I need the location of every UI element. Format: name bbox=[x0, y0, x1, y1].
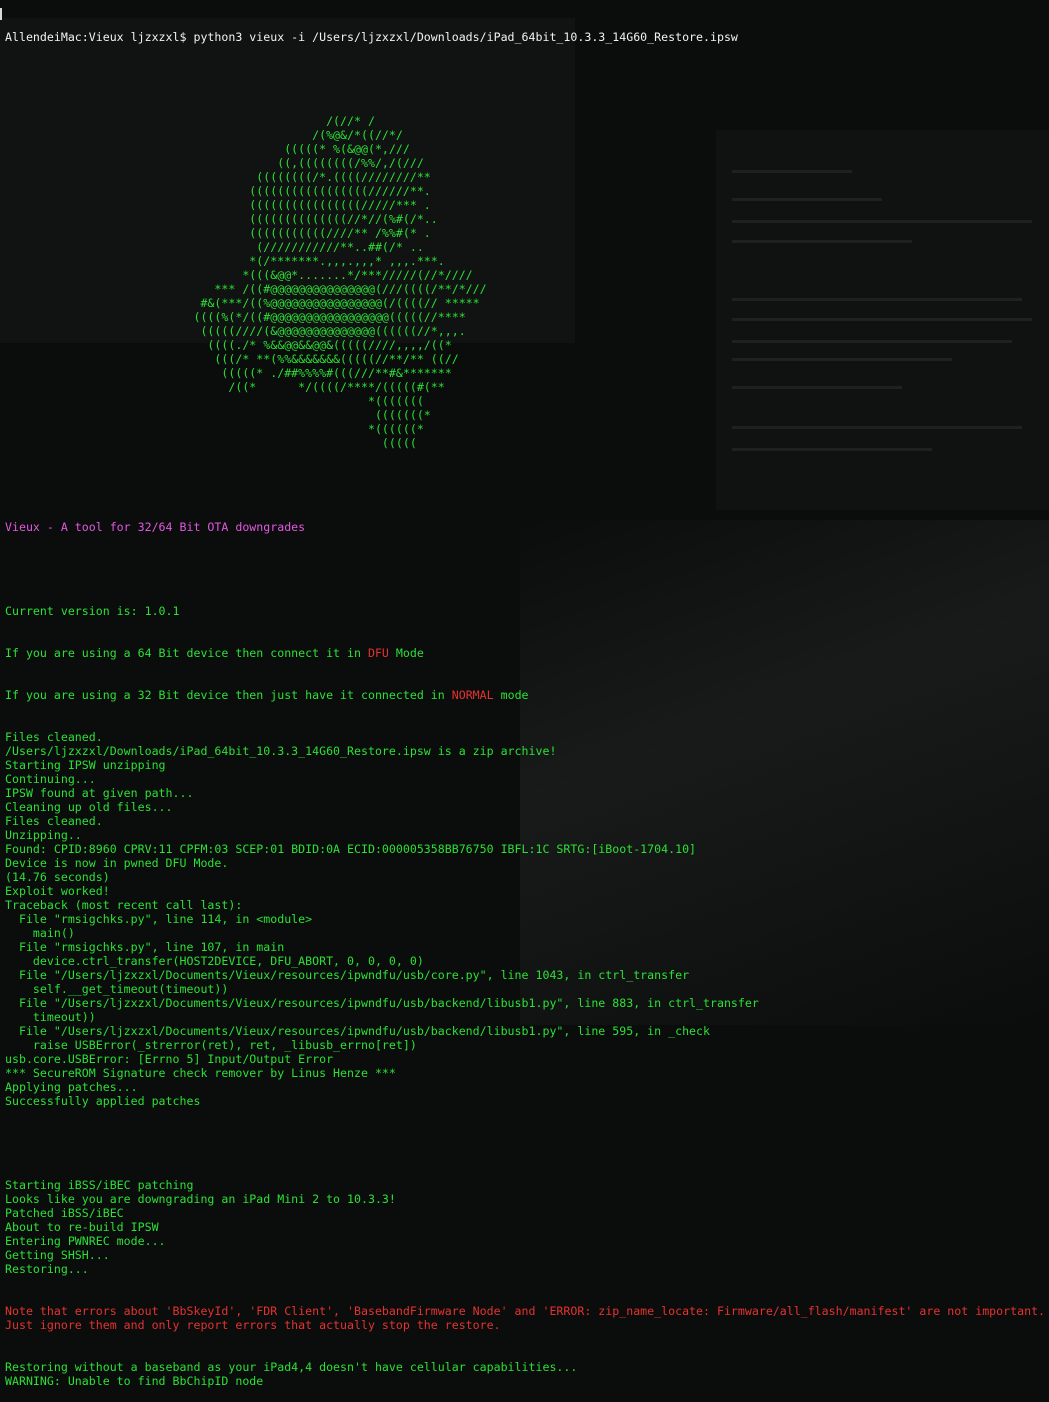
ascii-art-line: ((((( bbox=[5, 436, 417, 450]
ascii-art-line: (((((((((((////** /%%#(* . bbox=[5, 226, 431, 240]
ascii-art-line: *** /((#@@@@@@@@@@@@@@@(///((((/**/*/// bbox=[5, 282, 487, 296]
output-line: Getting SHSH... bbox=[5, 1248, 110, 1262]
output-line: Cleaning up old files... bbox=[5, 800, 173, 814]
output-line: self.__get_timeout(timeout)) bbox=[5, 982, 229, 996]
ascii-art-line: (((((* %(&@@(*,/// bbox=[5, 142, 410, 156]
error-line: Just ignore them and only report errors … bbox=[5, 1318, 501, 1332]
ascii-art-line: (((((((* bbox=[5, 408, 431, 422]
ascii-art-line: (((/* **(%%&&&&&&&(((((//**/** ((// bbox=[5, 352, 459, 366]
ascii-art-line: /(//* / bbox=[5, 114, 375, 128]
output-block-restore: Restoring without a baseband as your iPa… bbox=[5, 1360, 1049, 1388]
output-line: timeout)) bbox=[5, 1010, 96, 1024]
ascii-art-line: ((((((((((((((((/////*** . bbox=[5, 198, 431, 212]
ascii-art-line: *(((&@@*.......*/***/////(//*//// bbox=[5, 268, 473, 282]
error-line: Note that errors about 'BbSkeyId', 'FDR … bbox=[5, 1304, 1046, 1318]
terminal-output[interactable]: AllendeiMac:Vieux ljzxzxl$ python3 vieux… bbox=[5, 2, 1049, 1402]
output-line: File "/Users/ljzxzxl/Documents/Vieux/res… bbox=[5, 968, 690, 982]
ascii-art-logo: /(//* / /(%@&/*((//*/ (((((* %(&@@(*,///… bbox=[5, 114, 1049, 450]
output-line: main() bbox=[5, 926, 75, 940]
output-line: /Users/ljzxzxl/Downloads/iPad_64bit_10.3… bbox=[5, 744, 557, 758]
ascii-art-line: (///////////**..##(/* .. bbox=[5, 240, 424, 254]
output-line: Files cleaned. bbox=[5, 814, 103, 828]
output-line: Entering PWNREC mode... bbox=[5, 1234, 166, 1248]
ascii-art-line: *((((((( bbox=[5, 394, 424, 408]
output-line: Found: CPID:8960 CPRV:11 CPFM:03 SCEP:01… bbox=[5, 842, 697, 856]
output-block-patching: Starting iBSS/iBEC patching Looks like yo… bbox=[5, 1178, 1049, 1276]
output-line: Traceback (most recent call last): bbox=[5, 898, 243, 912]
command-prompt-line: AllendeiMac:Vieux ljzxzxl$ python3 vieux… bbox=[5, 30, 738, 44]
dfu-line-suffix: Mode bbox=[388, 646, 424, 660]
output-line: Device is now in pwned DFU Mode. bbox=[5, 856, 229, 870]
tool-banner: Vieux - A tool for 32/64 Bit OTA downgra… bbox=[5, 520, 306, 534]
output-line: File "/Users/ljzxzxl/Documents/Vieux/res… bbox=[5, 996, 759, 1010]
normal-line-text: If you are using a 32 Bit device then ju… bbox=[5, 688, 452, 702]
error-notice-block: Note that errors about 'BbSkeyId', 'FDR … bbox=[5, 1304, 1049, 1332]
ascii-art-line: (((((////(&@@@@@@@@@@@@@@((((((//*,,,. bbox=[5, 324, 466, 338]
output-line: IPSW found at given path... bbox=[5, 786, 194, 800]
output-line: (14.76 seconds) bbox=[5, 870, 110, 884]
output-line: Unzipping.. bbox=[5, 828, 82, 842]
ascii-art-line: (((((* ./##%%%%#(((///**#&******* bbox=[5, 366, 452, 380]
ascii-art-line: *(/*******.,,,.,,,* ,,,.***. bbox=[5, 254, 445, 268]
output-line: About to re-build IPSW bbox=[5, 1220, 159, 1234]
ascii-art-line: /((* */((((/****/(((((#(** bbox=[5, 380, 445, 394]
ascii-art-line: ((((./* %&&@@&&@@&(((((////,,,,/((* bbox=[5, 338, 452, 352]
output-line: Looks like you are downgrading an iPad M… bbox=[5, 1192, 396, 1206]
output-line: Patched iBSS/iBEC bbox=[5, 1206, 124, 1220]
output-line: usb.core.USBError: [Errno 5] Input/Outpu… bbox=[5, 1052, 334, 1066]
output-line: Applying patches... bbox=[5, 1080, 138, 1094]
normal-mode-highlight: NORMAL bbox=[451, 688, 494, 702]
output-line: File "/Users/ljzxzxl/Documents/Vieux/res… bbox=[5, 1024, 710, 1038]
output-line: device.ctrl_transfer(HOST2DEVICE, DFU_AB… bbox=[5, 954, 424, 968]
output-line: Files cleaned. bbox=[5, 730, 103, 744]
output-line: File "rmsigchks.py", line 107, in main bbox=[5, 940, 285, 954]
ascii-art-line: #&(***/((%@@@@@@@@@@@@@@@@(/((((// ***** bbox=[5, 296, 480, 310]
output-line: File "rmsigchks.py", line 114, in <modul… bbox=[5, 912, 313, 926]
output-line: *** SecureROM Signature check remover by… bbox=[5, 1066, 396, 1080]
dfu-line-text: If you are using a 64 Bit device then co… bbox=[5, 646, 368, 660]
ascii-art-line: /(%@&/*((//*/ bbox=[5, 128, 403, 142]
version-line: Current version is: 1.0.1 bbox=[5, 604, 180, 618]
output-line: Restoring... bbox=[5, 1262, 89, 1276]
output-line: Continuing... bbox=[5, 772, 96, 786]
normal-instruction-line: If you are using a 32 Bit device then ju… bbox=[5, 688, 1049, 702]
normal-line-suffix: mode bbox=[493, 688, 529, 702]
dfu-instruction-line: If you are using a 64 Bit device then co… bbox=[5, 646, 1049, 660]
ascii-art-line: *((((((* bbox=[5, 422, 424, 436]
ascii-art-line: ((((((((((((((//*//(%#(/*.. bbox=[5, 212, 438, 226]
output-line: Starting iBSS/iBEC patching bbox=[5, 1178, 194, 1192]
ascii-art-line: ((((((((/*.((((////////** bbox=[5, 170, 431, 184]
output-line: WARNING: Unable to find BbChipID node bbox=[5, 1374, 264, 1388]
output-line: Successfully applied patches bbox=[5, 1094, 201, 1108]
ascii-art-line: ((,((((((((/%%/,/(/// bbox=[5, 156, 424, 170]
output-line: Exploit worked! bbox=[5, 884, 110, 898]
ascii-art-line: ((((%(*/((#@@@@@@@@@@@@@@@@@(((((//**** bbox=[5, 310, 466, 324]
dfu-mode-highlight: DFU bbox=[367, 646, 389, 660]
output-line: Restoring without a baseband as your iPa… bbox=[5, 1360, 578, 1374]
window-edge-marker bbox=[0, 8, 2, 20]
ascii-art-line: (((((((((((((((((//////**. bbox=[5, 184, 431, 198]
output-line: raise USBError(_strerror(ret), ret, _lib… bbox=[5, 1038, 417, 1052]
output-block: Files cleaned./Users/ljzxzxl/Downloads/i… bbox=[5, 730, 1049, 1108]
output-line: Starting IPSW unzipping bbox=[5, 758, 166, 772]
